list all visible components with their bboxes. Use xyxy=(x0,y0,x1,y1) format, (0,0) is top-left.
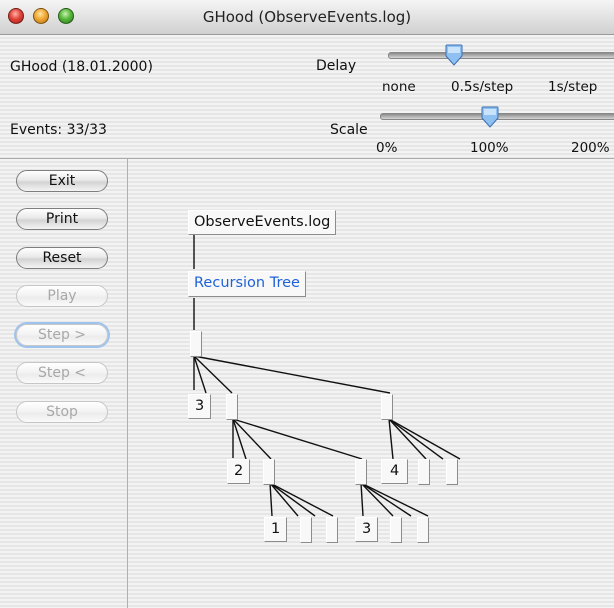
tree-node-empty[interactable] xyxy=(326,517,338,543)
edge xyxy=(360,482,429,517)
title-bar: GHood (ObserveEvents.log) xyxy=(0,0,614,35)
tree-node-empty[interactable] xyxy=(390,517,402,543)
delay-slider[interactable] xyxy=(380,41,614,69)
version-label: GHood (18.01.2000) xyxy=(10,59,153,75)
play-button[interactable]: Play xyxy=(16,285,108,307)
scale-label: Scale xyxy=(330,122,368,138)
tree-node-value[interactable]: 3 xyxy=(188,394,212,419)
scale-tick-max: 200% xyxy=(571,140,610,156)
step-back-button[interactable]: Step < xyxy=(16,362,108,384)
edge xyxy=(269,482,273,517)
delay-slider-thumb[interactable] xyxy=(444,44,464,66)
edge xyxy=(388,418,394,460)
events-counter: Events: 33/33 xyxy=(10,122,107,138)
tree-node-empty[interactable] xyxy=(263,459,275,485)
reset-button[interactable]: Reset xyxy=(16,247,108,269)
edge xyxy=(388,418,427,460)
edge xyxy=(360,482,394,517)
edge xyxy=(269,482,316,517)
edge xyxy=(360,482,412,517)
tree-node-value[interactable]: 3 xyxy=(355,517,379,542)
edge xyxy=(269,482,299,517)
delay-label: Delay xyxy=(316,58,357,74)
tree-node-empty[interactable] xyxy=(418,459,430,485)
edge xyxy=(269,482,334,517)
tree-node-empty[interactable] xyxy=(355,459,367,485)
scale-slider[interactable] xyxy=(380,103,614,131)
tree-node-value[interactable]: 2 xyxy=(227,459,251,484)
header-controls: GHood (18.01.2000) Events: 33/33 Delay n… xyxy=(0,35,614,159)
scale-slider-thumb[interactable] xyxy=(480,106,500,128)
step-forward-button[interactable]: Step > xyxy=(16,324,108,346)
recursion-tree-title: Recursion Tree xyxy=(188,271,306,297)
exit-button[interactable]: Exit xyxy=(16,170,108,192)
tree-node-empty[interactable] xyxy=(300,517,312,543)
tree-node-empty[interactable] xyxy=(417,517,429,543)
edge xyxy=(388,418,461,460)
delay-tick-max: 1s/step xyxy=(548,79,598,95)
edge xyxy=(388,418,444,460)
tree-node-root[interactable] xyxy=(190,331,202,357)
window-title: GHood (ObserveEvents.log) xyxy=(202,8,412,26)
tree-node-value[interactable]: 4 xyxy=(381,459,409,484)
tree-node-empty[interactable] xyxy=(446,459,458,485)
log-file-node: ObserveEvents.log xyxy=(188,210,337,235)
scale-tick-min: 0% xyxy=(376,140,398,156)
scale-tick-mid: 100% xyxy=(470,140,509,156)
delay-slider-track[interactable] xyxy=(388,52,614,59)
recursion-tree-canvas: ObserveEvents.log Recursion Tree 3 2 4 1… xyxy=(128,159,614,608)
delay-tick-none: none xyxy=(382,79,416,95)
print-button[interactable]: Print xyxy=(16,208,108,230)
tree-node-empty[interactable] xyxy=(381,394,393,420)
tree-node-value[interactable]: 1 xyxy=(264,517,288,542)
delay-tick-mid: 0.5s/step xyxy=(451,79,514,95)
edge xyxy=(360,482,364,517)
tree-node-empty[interactable] xyxy=(226,394,238,420)
stop-button[interactable]: Stop xyxy=(16,401,108,423)
control-buttons: Exit Print Reset Play Step > Step < Stop xyxy=(0,159,128,608)
edge xyxy=(193,355,391,394)
